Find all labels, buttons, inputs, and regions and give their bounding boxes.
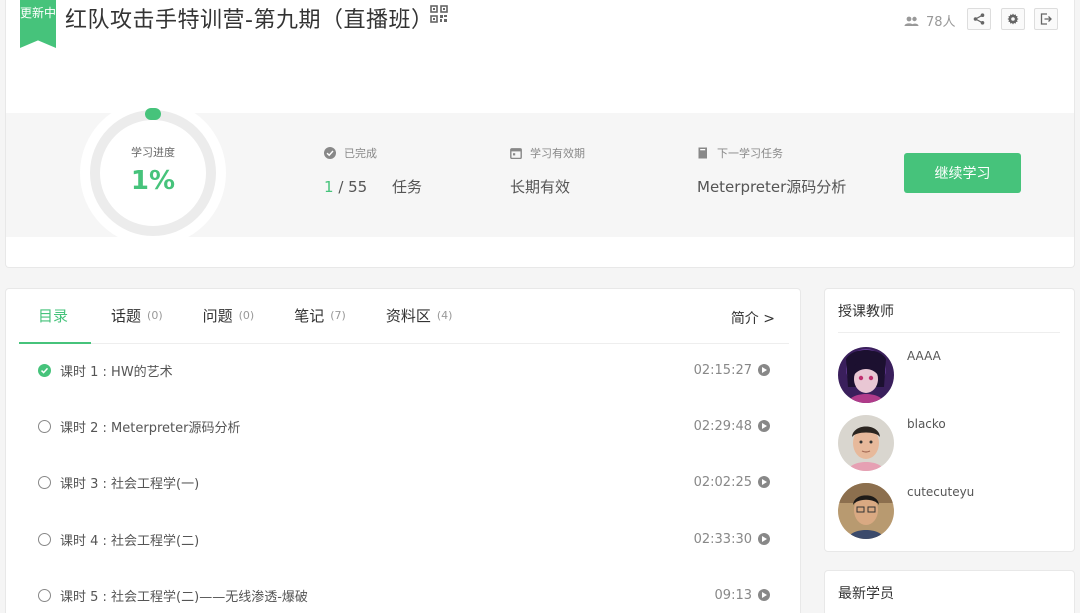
circle-icon [38,419,51,433]
tab-questions[interactable]: 问题 (0) [183,288,275,343]
stat-next-task: 下一学习任务 Meterpreter源码分析 [697,145,846,197]
lesson-duration: 02:15:27 [693,362,752,378]
teacher-name[interactable]: AAAA [907,349,941,363]
calendar-icon [510,148,522,159]
play-icon[interactable] [758,533,770,545]
students-title: 最新学员 [838,586,894,602]
settings-button[interactable] [1001,8,1025,30]
circle-icon [38,588,51,602]
tab-count: (4) [436,309,453,322]
exit-button[interactable] [1034,8,1058,30]
lesson-title: 课时 1 : HW的艺术 [60,364,173,380]
qrcode-icon[interactable] [430,5,448,23]
share-button[interactable] [967,8,991,30]
lesson-title: 课时 5 : 社会工程学(二)——无线渗透-爆破 [60,589,308,605]
check-circle-icon [38,363,51,377]
lesson-duration: 02:33:30 [693,531,752,547]
teachers-card: 授课教师 AAAA blacko cutecuteyu [824,288,1075,552]
validity-value: 长期有效 [510,178,571,196]
divider [838,332,1060,333]
progress-ring: 学习进度 1% [80,100,226,246]
gear-icon [1007,13,1019,25]
teacher-name[interactable]: blacko [907,417,946,431]
lesson-title: 课时 3 : 社会工程学(一) [60,476,200,492]
teacher-item[interactable]: AAAA [838,347,1068,403]
share-icon [973,13,985,25]
lesson-item[interactable]: 课时 2 : Meterpreter源码分析 02:29:48 [38,416,770,436]
task-unit: 任务 [392,178,423,196]
progress-percent: 1% [130,166,176,196]
content-tabs: 目录 话题 (0) 问题 (0) 笔记 (7) 资料区 (4) [19,289,789,344]
completed-count: 1 [324,178,334,196]
course-title: 红队攻击手特训营-第九期（直播班） [65,8,434,33]
check-circle-icon [324,147,336,159]
book-icon [698,147,707,159]
tab-notes[interactable]: 笔记 (7) [274,288,366,343]
teachers-title: 授课教师 [838,304,894,320]
lesson-item[interactable]: 课时 1 : HW的艺术 02:15:27 [38,360,770,380]
total-count: / 55 [333,178,368,196]
stat-validity: 学习有效期 长期有效 [510,145,585,197]
play-icon[interactable] [758,589,770,601]
exit-icon [1040,13,1052,25]
student-count: 78人 [904,11,956,30]
lesson-item[interactable]: 课时 4 : 社会工程学(二) 02:33:30 [38,529,770,549]
tab-label: 目录 [38,307,69,325]
lesson-item[interactable]: 课时 3 : 社会工程学(一) 02:02:25 [38,472,770,492]
lesson-duration: 09:13 [714,587,752,603]
course-header: 更新中 红队攻击手特训营-第九期（直播班） 78人 学习进度 1% 已完成 1 … [5,0,1075,268]
lesson-title: 课时 4 : 社会工程学(二) [60,533,200,549]
lesson-duration: 02:29:48 [693,418,752,434]
progress-indicator [145,108,161,120]
update-badge: 更新中 [20,0,56,48]
teacher-name[interactable]: cutecuteyu [907,485,974,499]
circle-icon [38,532,51,546]
students-card: 最新学员 [824,570,1075,613]
play-icon[interactable] [758,420,770,432]
tab-topics[interactable]: 话题 (0) [91,288,183,343]
play-icon[interactable] [758,476,770,488]
lesson-title: 课时 2 : Meterpreter源码分析 [60,420,241,436]
course-content: 目录 话题 (0) 问题 (0) 笔记 (7) 资料区 (4) 简介 > 课时 1 : … [5,288,801,613]
progress-label: 学习进度 [131,146,175,159]
play-icon[interactable] [758,364,770,376]
next-task-value[interactable]: Meterpreter源码分析 [697,176,846,197]
teacher-item[interactable]: cutecuteyu [838,483,1068,539]
stat-validity-label: 学习有效期 [530,147,585,160]
tab-label: 问题 [202,307,233,325]
teacher-item[interactable]: blacko [838,415,1068,471]
tab-label: 笔记 [294,307,325,325]
avatar[interactable] [838,415,894,471]
tab-materials[interactable]: 资料区 (4) [366,288,473,343]
lesson-item[interactable]: 课时 5 : 社会工程学(二)——无线渗透-爆破 09:13 [38,585,770,605]
tab-label: 资料区 [385,307,431,325]
tab-count: (0) [238,309,255,322]
stat-next-task-label: 下一学习任务 [717,147,783,160]
users-icon [904,16,919,26]
tab-label: 话题 [111,307,142,325]
lesson-duration: 02:02:25 [693,474,752,490]
circle-icon [38,475,51,489]
avatar[interactable] [838,483,894,539]
tab-count: (0) [147,309,163,322]
student-count-text: 78人 [926,15,956,30]
stat-completed: 已完成 1 / 55 任务 [324,145,422,197]
avatar[interactable] [838,347,894,403]
tab-count: (7) [330,309,346,322]
stat-completed-label: 已完成 [344,147,377,160]
continue-learning-button[interactable]: 继续学习 [904,153,1021,193]
intro-link[interactable]: 简介 > [731,308,775,328]
tab-catalog[interactable]: 目录 [19,288,92,344]
